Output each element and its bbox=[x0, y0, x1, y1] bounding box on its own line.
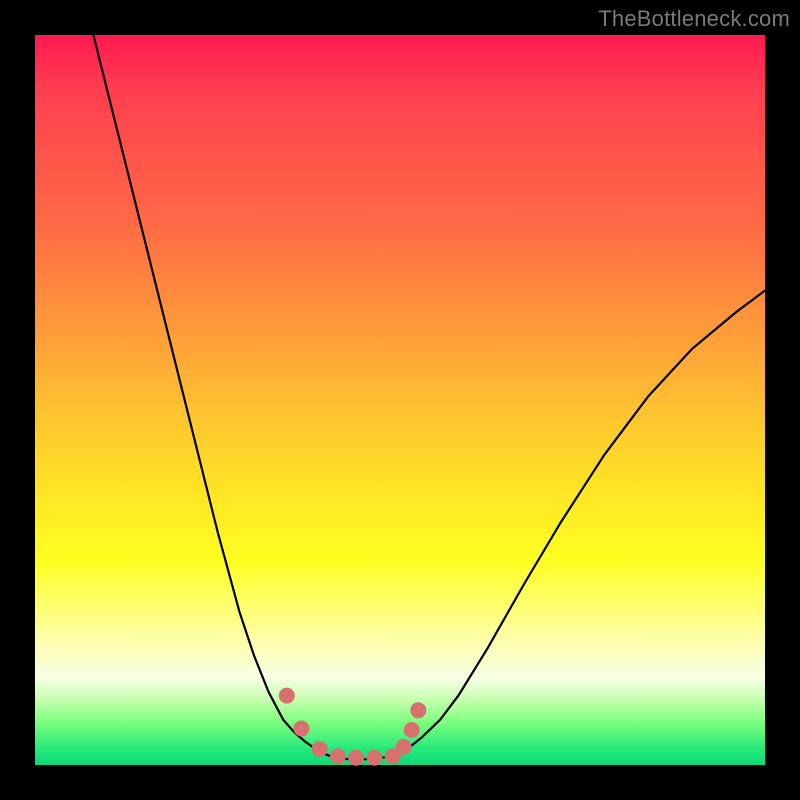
marker-dot bbox=[396, 739, 412, 755]
bottleneck-curve bbox=[93, 35, 765, 759]
curve-markers bbox=[279, 688, 427, 766]
marker-dot bbox=[293, 721, 309, 737]
watermark-text: TheBottleneck.com bbox=[598, 6, 790, 32]
marker-dot bbox=[279, 688, 295, 704]
marker-dot bbox=[348, 750, 364, 766]
marker-dot bbox=[330, 748, 346, 764]
chart-svg bbox=[35, 35, 765, 765]
chart-frame: TheBottleneck.com bbox=[0, 0, 800, 800]
marker-dot bbox=[367, 750, 383, 766]
plot-area bbox=[35, 35, 765, 765]
marker-dot bbox=[404, 722, 420, 738]
marker-dot bbox=[410, 702, 426, 718]
marker-dot bbox=[312, 741, 328, 757]
